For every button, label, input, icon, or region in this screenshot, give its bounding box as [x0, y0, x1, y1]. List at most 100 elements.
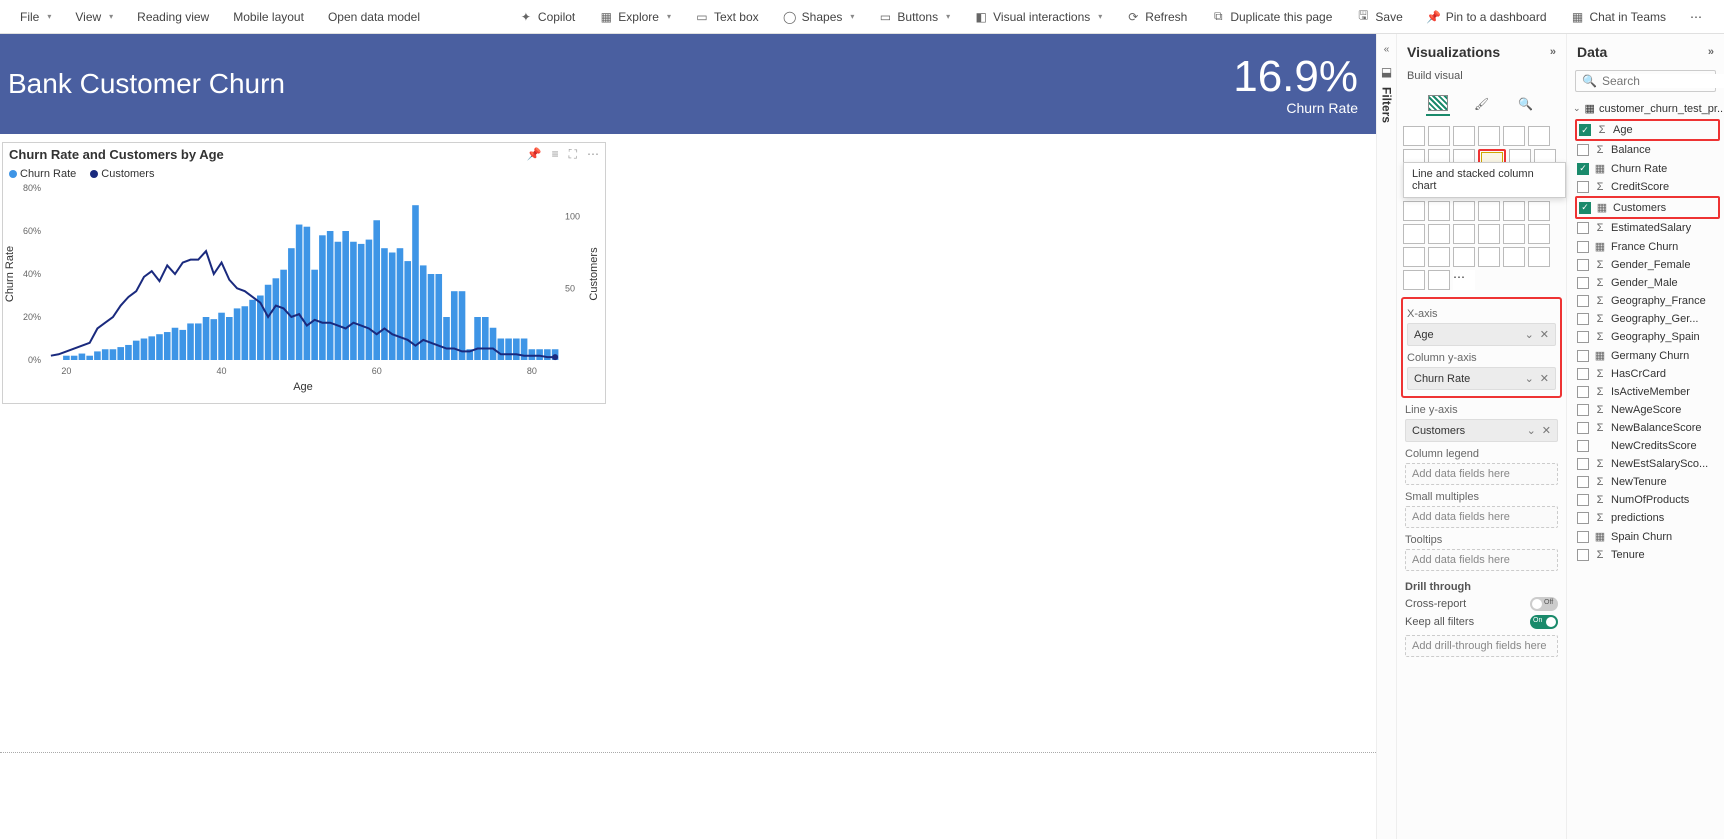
reading-view-button[interactable]: Reading view [127, 4, 219, 30]
liney-dropdown-icon[interactable]: ⌄ [1527, 424, 1536, 437]
viz-slicer[interactable] [1428, 224, 1450, 244]
file-menu[interactable]: File [10, 4, 61, 30]
field-checkbox[interactable] [1577, 295, 1589, 307]
field-checkbox[interactable] [1577, 259, 1589, 271]
open-data-model-button[interactable]: Open data model [318, 4, 430, 30]
field-checkbox[interactable] [1577, 331, 1589, 343]
pin-visual-icon[interactable]: 📌 [527, 147, 542, 162]
field-checkbox[interactable] [1577, 549, 1589, 561]
drill-through-well[interactable]: Add drill-through fields here [1405, 635, 1558, 657]
field-hascrcard[interactable]: ΣHasCrCard [1575, 365, 1720, 383]
field-geography-france[interactable]: ΣGeography_France [1575, 292, 1720, 310]
save-button[interactable]: 🖫Save [1346, 4, 1412, 30]
duplicate-page-button[interactable]: ⧉Duplicate this page [1201, 4, 1342, 30]
explore-button[interactable]: ▦Explore [589, 4, 681, 30]
table-node[interactable]: ⌄ ▦ customer_churn_test_pr... [1567, 100, 1724, 119]
report-canvas[interactable]: Bank Customer Churn 16.9% Churn Rate Chu… [0, 34, 1376, 839]
field-gender-male[interactable]: ΣGender_Male [1575, 274, 1720, 292]
field-checkbox[interactable] [1577, 422, 1589, 434]
more-visual-icon[interactable]: ⋯ [587, 147, 599, 162]
viz-kpi[interactable] [1403, 224, 1425, 244]
field-checkbox[interactable] [1577, 277, 1589, 289]
field-tenure[interactable]: ΣTenure [1575, 546, 1720, 564]
small-multiples-well[interactable]: Add data fields here [1405, 506, 1558, 528]
field-checkbox[interactable]: ✓ [1579, 202, 1591, 214]
xaxis-well[interactable]: Age ⌄✕ [1407, 323, 1556, 346]
liney-remove-icon[interactable]: ✕ [1542, 424, 1551, 437]
field-newtenure[interactable]: ΣNewTenure [1575, 473, 1720, 491]
viz-decomposition[interactable] [1428, 247, 1450, 267]
field-germany-churn[interactable]: ▦Germany Churn [1575, 346, 1720, 365]
field-checkbox[interactable] [1577, 241, 1589, 253]
build-tab[interactable] [1426, 92, 1450, 116]
viz-scorecard[interactable] [1528, 247, 1550, 267]
viz-filled-map[interactable] [1428, 201, 1450, 221]
viz-stacked-column[interactable] [1453, 126, 1475, 146]
field-checkbox[interactable] [1577, 458, 1589, 470]
field-checkbox[interactable] [1577, 512, 1589, 524]
filters-pane-collapsed[interactable]: « ⬓ Filters [1376, 34, 1396, 839]
visual-interactions-button[interactable]: ◧Visual interactions [964, 4, 1112, 30]
mobile-layout-button[interactable]: Mobile layout [223, 4, 314, 30]
field-checkbox[interactable] [1577, 181, 1589, 193]
field-checkbox[interactable] [1577, 144, 1589, 156]
field-estimatedsalary[interactable]: ΣEstimatedSalary [1575, 219, 1720, 237]
field-checkbox[interactable] [1577, 531, 1589, 543]
field-spain-churn[interactable]: ▦Spain Churn [1575, 527, 1720, 546]
format-tab[interactable]: 🖌 [1470, 92, 1494, 116]
viz-key-influencers[interactable] [1453, 247, 1475, 267]
collapse-table-icon[interactable]: ⌄ [1573, 103, 1581, 114]
column-y-well[interactable]: Churn Rate ⌄✕ [1407, 367, 1556, 390]
field-checkbox[interactable] [1577, 368, 1589, 380]
field-isactivemember[interactable]: ΣIsActiveMember [1575, 383, 1720, 401]
field-predictions[interactable]: Σpredictions [1575, 509, 1720, 527]
viz-clustered-column[interactable] [1478, 126, 1500, 146]
field-checkbox[interactable] [1577, 476, 1589, 488]
tooltips-well[interactable]: Add data fields here [1405, 549, 1558, 571]
viz-automate[interactable] [1428, 270, 1450, 290]
viz-r-visual[interactable] [1503, 224, 1525, 244]
field-france-churn[interactable]: ▦France Churn [1575, 237, 1720, 256]
field-geography-ger-[interactable]: ΣGeography_Ger... [1575, 310, 1720, 328]
search-input[interactable] [1602, 74, 1724, 88]
buttons-button[interactable]: ▭Buttons [868, 4, 960, 30]
keep-filters-toggle[interactable]: On [1530, 615, 1558, 629]
field-checkbox[interactable] [1577, 494, 1589, 506]
viz-stacked-bar[interactable] [1403, 126, 1425, 146]
analytics-tab[interactable]: 🔍 [1514, 92, 1538, 116]
field-gender-female[interactable]: ΣGender_Female [1575, 256, 1720, 274]
field-checkbox[interactable] [1577, 386, 1589, 398]
viz-multi-row-card[interactable] [1528, 201, 1550, 221]
viz-powerapps[interactable] [1403, 270, 1425, 290]
collapse-viz-pane-icon[interactable]: » [1550, 46, 1556, 58]
viz-narrative[interactable] [1478, 247, 1500, 267]
coly-remove-icon[interactable]: ✕ [1540, 372, 1549, 385]
collapse-data-pane-icon[interactable]: » [1708, 46, 1714, 58]
xaxis-dropdown-icon[interactable]: ⌄ [1525, 328, 1534, 341]
chart-visual[interactable]: Churn Rate and Customers by Age 📌 ≡ ⛶ ⋯ … [2, 142, 606, 404]
filter-visual-icon[interactable]: ≡ [552, 147, 559, 162]
field-newbalancescore[interactable]: ΣNewBalanceScore [1575, 419, 1720, 437]
view-menu[interactable]: View [65, 4, 123, 30]
viz-qa[interactable] [1403, 247, 1425, 267]
xaxis-remove-icon[interactable]: ✕ [1540, 328, 1549, 341]
shapes-button[interactable]: ◯Shapes [773, 4, 865, 30]
field-checkbox[interactable] [1577, 404, 1589, 416]
field-checkbox[interactable] [1577, 313, 1589, 325]
field-numofproducts[interactable]: ΣNumOfProducts [1575, 491, 1720, 509]
field-age[interactable]: ✓ΣAge [1575, 119, 1720, 141]
chat-teams-button[interactable]: ▦Chat in Teams [1561, 4, 1676, 30]
field-customers[interactable]: ✓▦Customers [1575, 196, 1720, 219]
viz-py-visual[interactable] [1528, 224, 1550, 244]
field-checkbox[interactable]: ✓ [1579, 124, 1591, 136]
viz-table[interactable] [1453, 224, 1475, 244]
viz-azure-map[interactable] [1453, 201, 1475, 221]
viz-gauge[interactable] [1478, 201, 1500, 221]
pin-dashboard-button[interactable]: 📌Pin to a dashboard [1417, 4, 1557, 30]
viz-clustered-bar[interactable] [1428, 126, 1450, 146]
field-newcreditsscore[interactable]: NewCreditsScore [1575, 437, 1720, 455]
line-y-well[interactable]: Customers ⌄✕ [1405, 419, 1558, 442]
column-legend-well[interactable]: Add data fields here [1405, 463, 1558, 485]
refresh-button[interactable]: ⟳Refresh [1116, 4, 1197, 30]
focus-mode-icon[interactable]: ⛶ [569, 147, 577, 162]
